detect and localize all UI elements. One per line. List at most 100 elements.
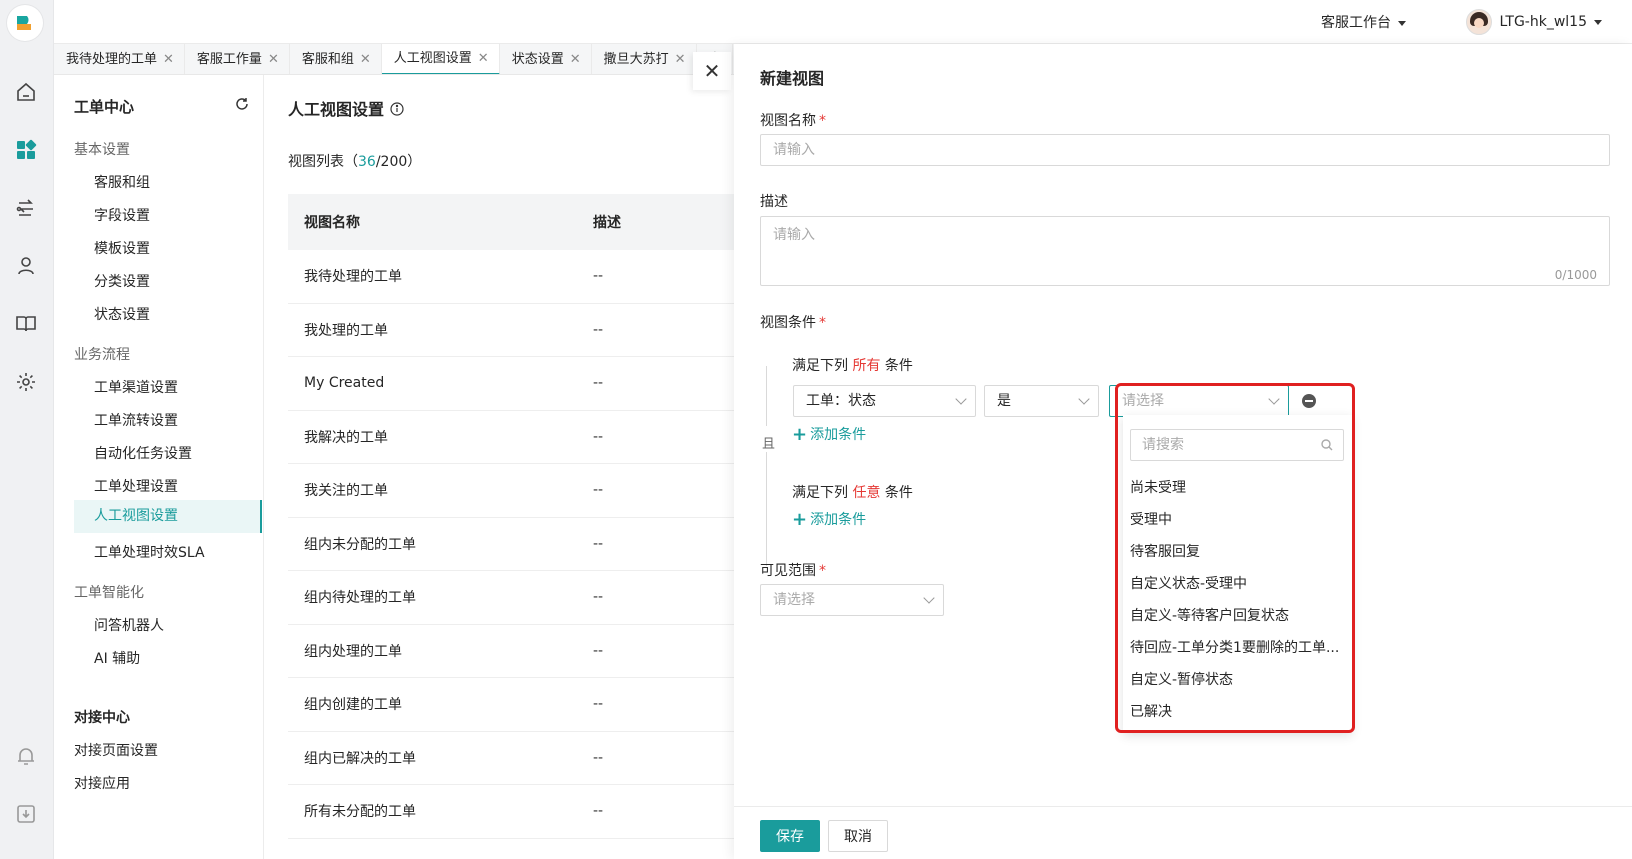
gear-icon[interactable]: [13, 369, 39, 395]
description-textarea[interactable]: 请输入 0/1000: [760, 216, 1610, 286]
cond-keyword-all: 所有: [852, 358, 881, 374]
nav-item-field-settings[interactable]: 字段设置: [94, 205, 150, 225]
nav-item-integration-page[interactable]: 对接页面设置: [74, 740, 158, 760]
nav-item-channel-settings[interactable]: 工单渠道设置: [94, 377, 178, 397]
row-name: 我解决的工单: [304, 429, 388, 446]
condition-field-select[interactable]: 工单：状态: [793, 385, 976, 417]
tab-agents-groups[interactable]: 客服和组 ✕: [290, 44, 382, 74]
table-row[interactable]: 组内创建的工单 --: [288, 678, 734, 732]
view-list-panel: 人工视图设置 视图列表（36/200） 视图名称 描述 我待处理的工单 -- 我处…: [264, 75, 734, 859]
flow-icon[interactable]: [13, 196, 39, 222]
nav-item-sla[interactable]: 工单处理时效SLA: [94, 542, 205, 562]
visibility-select[interactable]: 请选择: [760, 584, 944, 616]
add-condition-button[interactable]: + 添加条件: [792, 424, 866, 445]
nav-item-status-settings[interactable]: 状态设置: [94, 304, 150, 324]
cond-prefix: 满足下列: [792, 358, 848, 374]
tab-label: 人工视图设置: [393, 51, 472, 66]
column-header-name: 视图名称: [304, 215, 360, 231]
table-row[interactable]: 组内处理的工单 --: [288, 625, 734, 678]
nav-item-agents-groups[interactable]: 客服和组: [94, 172, 150, 192]
close-icon[interactable]: ✕: [360, 44, 371, 74]
nav-title: 工单中心: [74, 98, 135, 116]
user-icon[interactable]: [13, 253, 39, 279]
drawer-title: 新建视图: [760, 69, 825, 88]
table-row[interactable]: 组内已解决的工单 --: [288, 732, 734, 785]
close-icon[interactable]: ✕: [570, 44, 581, 74]
apps-icon[interactable]: [13, 137, 39, 163]
refresh-icon[interactable]: [234, 96, 252, 114]
tab-pending-tickets[interactable]: 我待处理的工单 ✕: [54, 44, 185, 74]
drawer-close-button[interactable]: ✕: [693, 52, 731, 90]
cond-suffix: 条件: [884, 485, 913, 501]
row-name: 我关注的工单: [304, 483, 388, 500]
row-name: 我处理的工单: [304, 322, 388, 339]
tab-status-settings[interactable]: 状态设置 ✕: [500, 44, 592, 74]
condition-operator-select[interactable]: 是: [984, 385, 1099, 417]
book-icon[interactable]: [13, 311, 39, 337]
avatar: [1465, 9, 1492, 35]
list-count-prefix: 视图列表（: [288, 154, 358, 170]
required-mark: *: [819, 315, 826, 331]
nav-item-category-settings[interactable]: 分类设置: [94, 271, 150, 291]
nav-item-transfer-settings[interactable]: 工单流转设置: [94, 410, 178, 430]
table-row[interactable]: 我待处理的工单 --: [288, 250, 734, 304]
nav-item-qa-bot[interactable]: 问答机器人: [94, 615, 164, 635]
workspace-label: 客服工作台: [1321, 15, 1391, 31]
close-icon[interactable]: ✕: [675, 44, 686, 74]
top-bar: 客服工作台 LTG-hk_wl15: [54, 0, 1632, 44]
home-icon[interactable]: [13, 79, 39, 105]
row-name: 组内处理的工单: [304, 643, 402, 660]
user-menu[interactable]: LTG-hk_wl15: [1465, 9, 1602, 35]
table-row[interactable]: 所有未分配的工单 --: [288, 785, 734, 839]
table-row[interactable]: 组内未分配的工单 --: [288, 518, 734, 571]
page-title: 人工视图设置: [288, 96, 404, 120]
required-mark: *: [819, 563, 826, 579]
bell-icon[interactable]: [13, 743, 39, 769]
visibility-label: 可见范围 *: [760, 560, 826, 580]
table-row[interactable]: 我解决的工单 --: [288, 411, 734, 464]
close-icon[interactable]: ✕: [163, 44, 174, 74]
any-conditions-header: 满足下列 任意 条件: [792, 482, 913, 502]
caret-down-icon: [1594, 19, 1602, 25]
table-row[interactable]: 组内待处理的工单 --: [288, 571, 734, 625]
view-list-count: 视图列表（36/200）: [288, 151, 421, 171]
table-row[interactable]: 我处理的工单 --: [288, 304, 734, 357]
row-name: 组内待处理的工单: [304, 590, 416, 607]
tab-agent-workload[interactable]: 客服工作量 ✕: [185, 44, 290, 74]
caret-down-icon: [1398, 20, 1406, 26]
workspace-switcher[interactable]: 客服工作台: [1321, 12, 1406, 32]
description-label: 描述: [760, 194, 788, 210]
app-logo[interactable]: [7, 5, 43, 41]
save-button[interactable]: 保存: [760, 820, 820, 852]
nav-item-automation-settings[interactable]: 自动化任务设置: [94, 443, 192, 463]
nav-section-integration[interactable]: 对接中心: [74, 707, 130, 727]
download-icon[interactable]: [13, 801, 39, 827]
condition-bracket: [766, 446, 767, 566]
table-row[interactable]: My Created --: [288, 357, 734, 411]
add-condition-button[interactable]: + 添加条件: [792, 509, 866, 530]
nav-group-intelligence: 工单智能化: [74, 585, 144, 601]
column-header-desc: 描述: [593, 215, 621, 231]
row-desc: --: [593, 428, 604, 445]
drawer-footer: 保存 取消: [734, 806, 1632, 859]
tab-custom[interactable]: 撒旦大苏打 ✕: [592, 44, 697, 74]
view-name-input[interactable]: 请输入: [760, 134, 1610, 166]
nav-item-ai-assist[interactable]: AI 辅助: [94, 648, 140, 668]
tab-manual-view-settings[interactable]: 人工视图设置 ✕: [381, 44, 500, 74]
nav-item-template-settings[interactable]: 模板设置: [94, 238, 150, 258]
nav-item-manual-view-settings[interactable]: 人工视图设置: [74, 500, 262, 533]
nav-item-handling-settings[interactable]: 工单处理设置: [94, 476, 178, 496]
close-icon[interactable]: ✕: [478, 44, 489, 74]
close-icon[interactable]: ✕: [268, 44, 279, 74]
nav-item-integration-app[interactable]: 对接应用: [74, 773, 130, 793]
cancel-button[interactable]: 取消: [828, 820, 888, 852]
row-name: 组内已解决的工单: [304, 750, 416, 767]
close-icon: ✕: [703, 59, 721, 83]
field-select-value: 工单：状态: [806, 393, 876, 409]
description-placeholder: 请输入: [773, 227, 815, 243]
row-desc: --: [593, 375, 604, 392]
info-icon[interactable]: [390, 101, 404, 120]
view-name-label: 视图名称 *: [760, 110, 826, 130]
row-desc: --: [593, 589, 604, 606]
table-row[interactable]: 我关注的工单 --: [288, 464, 734, 518]
